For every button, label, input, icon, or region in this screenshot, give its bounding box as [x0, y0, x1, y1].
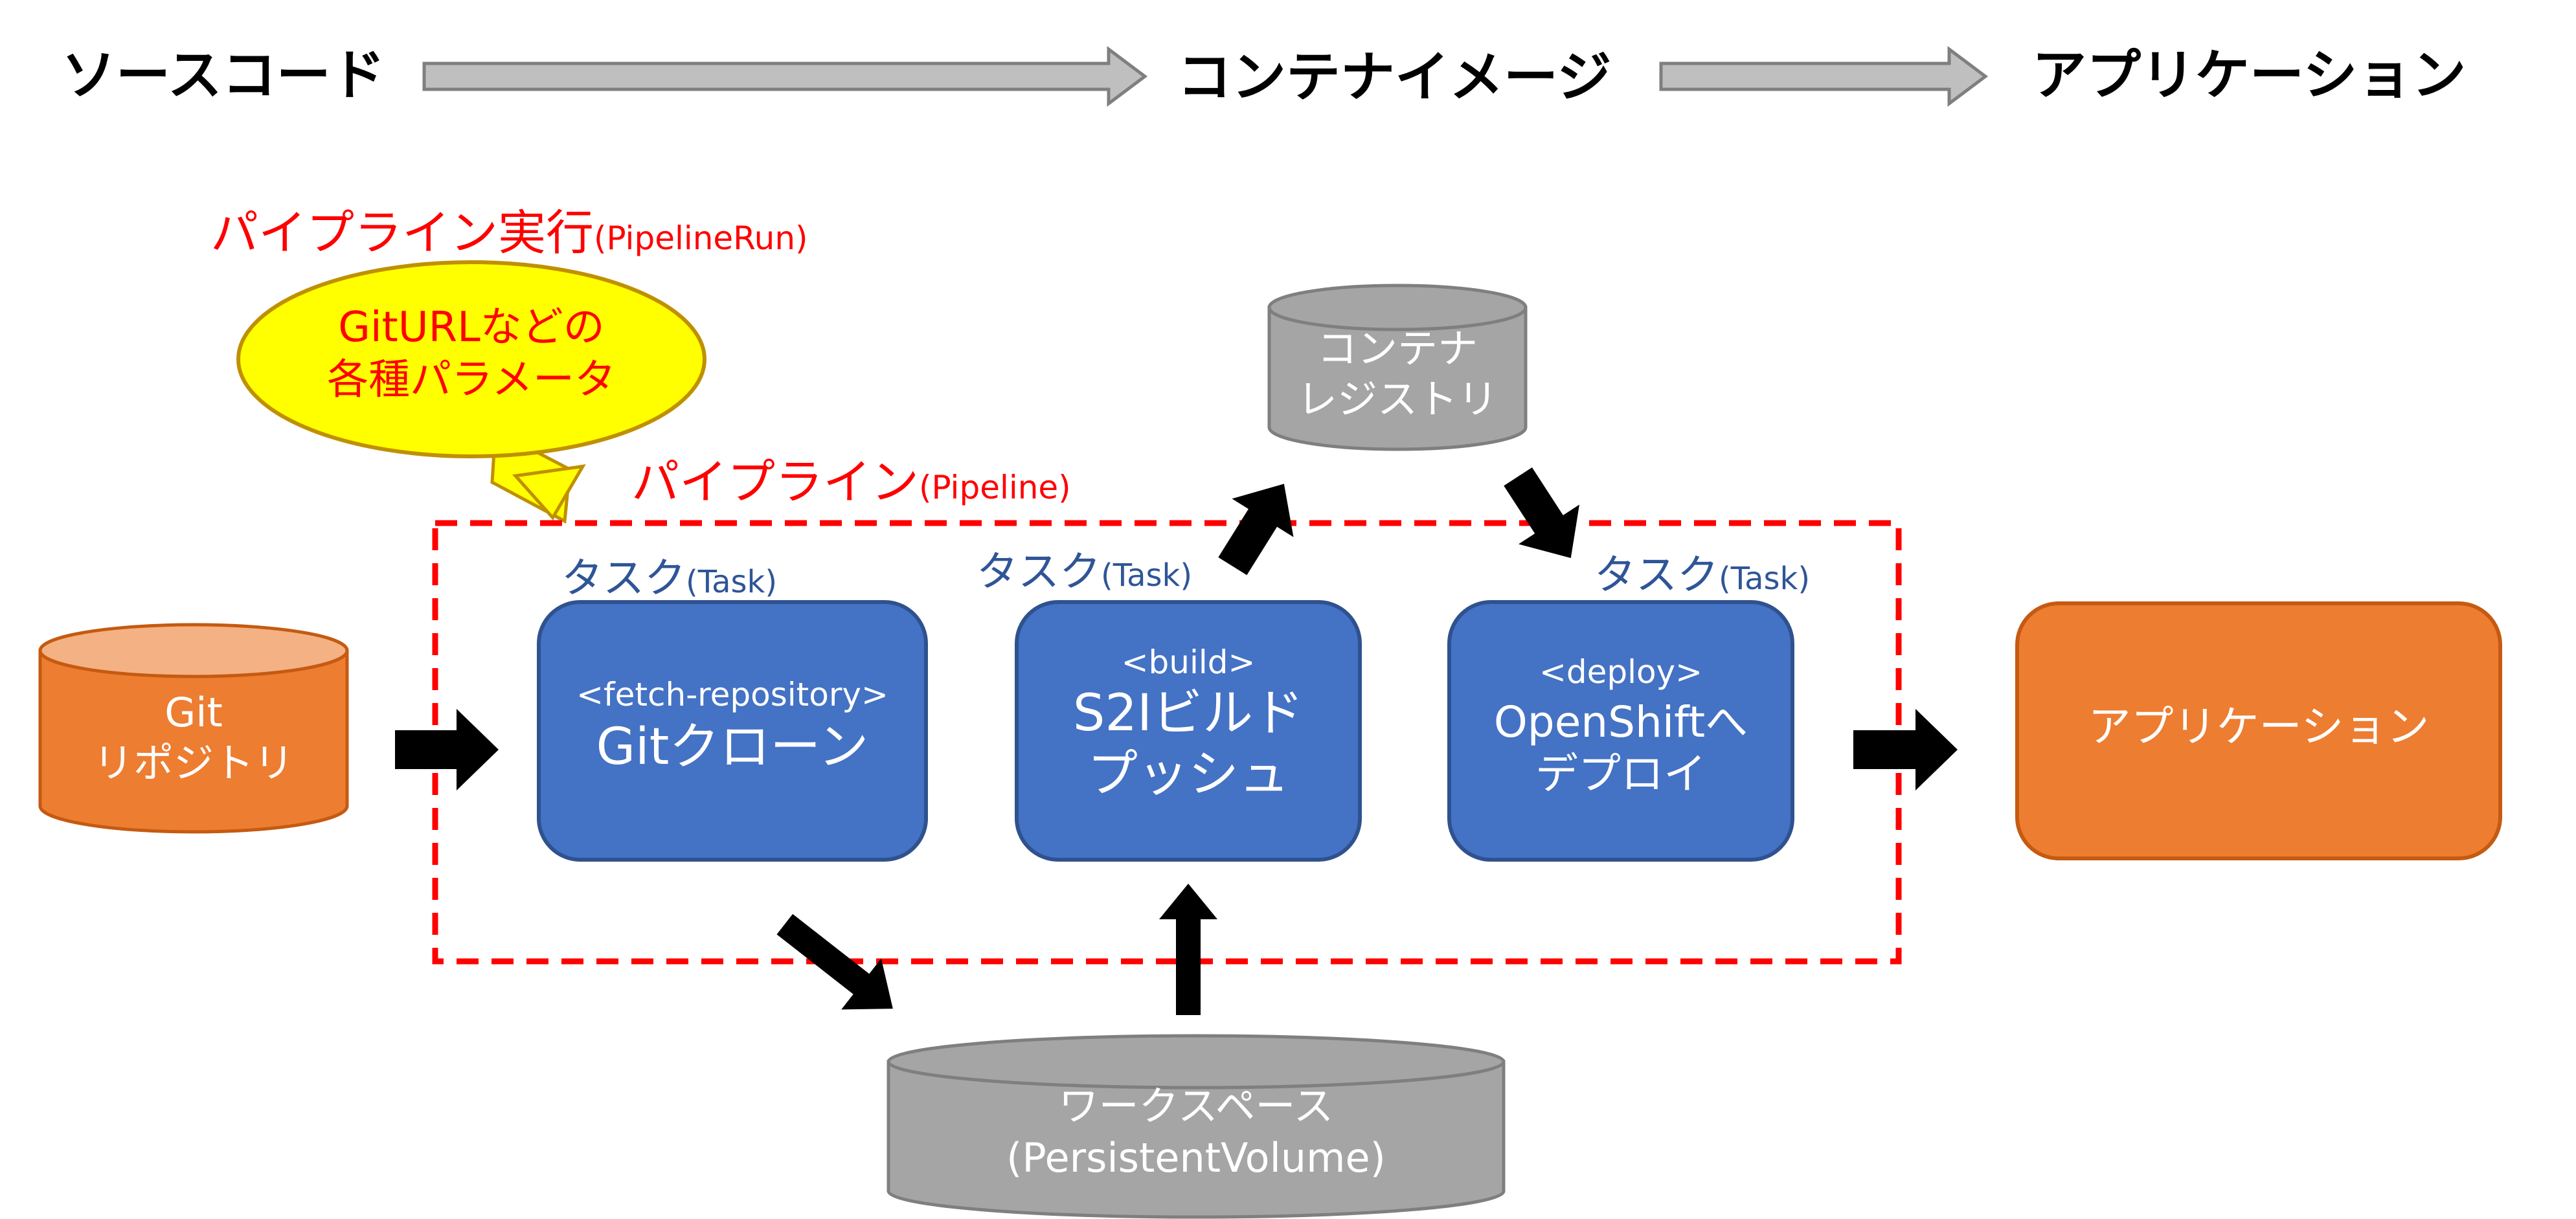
pipeline-run-label-ja: パイプライン実行	[210, 205, 594, 261]
task-build-line2: プッシュ	[1087, 745, 1289, 803]
arrow-registry-to-deploy	[1504, 467, 1579, 558]
registry-cylinder: コンテナ レジストリ	[1267, 284, 1528, 451]
registry-line1: コンテナ	[1317, 325, 1478, 372]
arrow-fetch-to-workspace	[776, 913, 893, 1010]
header-source-code: ソースコード	[62, 43, 385, 107]
pipeline-label-ja: パイプライン	[631, 454, 919, 510]
git-repo-line1: Git	[164, 689, 223, 736]
task-deploy-tag: <deploy>	[1539, 653, 1702, 691]
params-line1: GitURLなどの	[338, 304, 604, 352]
task-label-1-ja: タスク	[561, 555, 686, 603]
task-deploy-line2: デプロイ	[1535, 749, 1706, 799]
task-label-1: タスク(Task)	[561, 555, 777, 603]
header-arrow-2	[1659, 46, 1989, 107]
task-fetch-tag: <fetch-repository>	[576, 676, 888, 713]
workspace-cylinder: ワークスペース (PersistentVolume)	[887, 1034, 1506, 1219]
task-label-1-en: (Task)	[686, 564, 777, 600]
task-label-3-ja: タスク	[1594, 552, 1719, 599]
arrow-deploy-to-app	[1853, 709, 1958, 790]
git-repo-cylinder: Git リポジトリ	[38, 623, 349, 834]
task-box-deploy: <deploy> OpenShiftへ デプロイ	[1447, 600, 1794, 862]
header-arrow-1	[422, 46, 1148, 107]
git-repo-line2: リポジトリ	[93, 739, 294, 787]
pipeline-run-label-en: (PipelineRun)	[594, 219, 808, 257]
task-label-2: タスク(Task)	[977, 548, 1192, 596]
application-box-label: アプリケーション	[2088, 702, 2430, 752]
diagram-canvas: ソースコード コンテナイメージ アプリケーション パイプライン実行(Pipeli…	[38, 43, 2502, 1219]
task-box-fetch: <fetch-repository> Gitクローン	[537, 600, 928, 862]
header-application: アプリケーション	[2032, 43, 2466, 107]
header-container-image: コンテナイメージ	[1177, 45, 1611, 109]
task-label-2-en: (Task)	[1101, 557, 1192, 594]
workspace-line2: (PersistentVolume)	[1006, 1134, 1386, 1181]
task-label-2-ja: タスク	[977, 548, 1101, 596]
pipeline-label: パイプライン(Pipeline)	[631, 454, 1071, 510]
arrow-git-to-fetch	[395, 709, 499, 790]
task-label-3: タスク(Task)	[1594, 552, 1810, 599]
task-fetch-line1: Gitクローン	[596, 718, 869, 776]
arrow-workspace-to-build	[1159, 884, 1217, 1015]
task-build-line1: S2Iビルド	[1073, 684, 1304, 743]
application-box: アプリケーション	[2015, 601, 2502, 860]
pipeline-run-label: パイプライン実行(PipelineRun)	[210, 205, 808, 261]
pipeline-label-en: (Pipeline)	[919, 469, 1071, 506]
workspace-line1: ワークスペース	[1059, 1082, 1334, 1130]
registry-line2: レジストリ	[1297, 375, 1498, 423]
task-deploy-line1: OpenShiftへ	[1494, 697, 1748, 747]
task-box-build: <build> S2Iビルド プッシュ	[1015, 600, 1362, 862]
task-build-tag: <build>	[1122, 643, 1256, 681]
task-label-3-en: (Task)	[1719, 561, 1810, 597]
params-line2: 各種パラメータ	[327, 356, 616, 404]
